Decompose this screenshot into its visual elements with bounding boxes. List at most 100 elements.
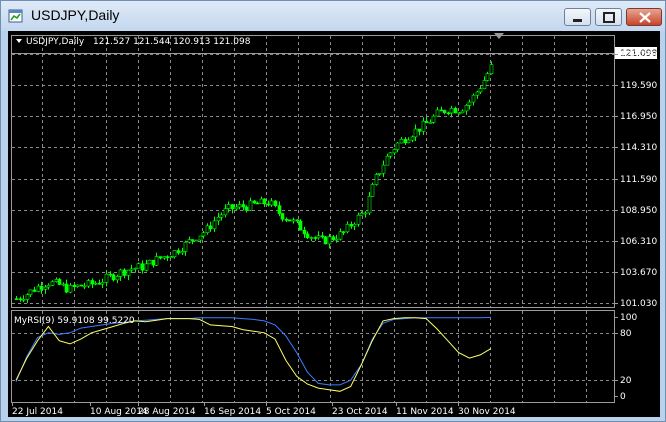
candle-body xyxy=(223,208,228,216)
candle-body xyxy=(313,237,318,239)
candle-body xyxy=(316,235,321,239)
candle-body xyxy=(385,155,390,166)
main-chart-frame xyxy=(11,35,615,308)
candle-body xyxy=(234,206,239,210)
candle-body xyxy=(18,298,23,301)
close-icon xyxy=(639,12,651,23)
indicator-tick-label: 80 xyxy=(620,329,632,339)
candle-body xyxy=(471,94,476,103)
candle-body xyxy=(25,294,30,300)
candle-body xyxy=(280,213,285,220)
candle-body xyxy=(287,219,292,222)
close-button[interactable] xyxy=(626,8,662,26)
price-tick-label: 101.030 xyxy=(620,299,657,309)
candle-body xyxy=(158,256,163,259)
maximize-icon xyxy=(603,12,615,23)
candle-body xyxy=(453,108,458,114)
candle-body xyxy=(237,204,242,208)
candle-body xyxy=(36,285,41,292)
chart-symbol-label: USDJPY,Daily xyxy=(26,37,85,47)
candle-body xyxy=(75,284,80,287)
candle-body xyxy=(284,219,289,221)
candle-body xyxy=(252,200,257,204)
price-tick-label: 106.310 xyxy=(620,237,657,247)
candle-body xyxy=(118,269,123,277)
signal-line xyxy=(15,316,492,386)
indicator-tick-label: 20 xyxy=(620,376,632,386)
candle-body xyxy=(154,256,159,266)
date-tick-label: 16 Sep 2014 xyxy=(204,407,261,417)
candle-body xyxy=(241,204,246,208)
price-tick-label: 103.670 xyxy=(620,268,657,278)
date-tick-label: 5 Oct 2014 xyxy=(266,407,316,417)
chart-svg[interactable]: USDJPY,Daily 121.527 121.544 120.913 121… xyxy=(8,31,660,417)
maximize-button[interactable] xyxy=(595,8,622,26)
indicator-axis: 100 80 20 0 xyxy=(614,313,637,402)
candle-body xyxy=(269,200,274,206)
indicator-tick-label: 100 xyxy=(620,313,637,323)
candle-body xyxy=(277,205,282,214)
price-tick-label: 108.950 xyxy=(620,206,657,216)
price-tick-label: 111.590 xyxy=(620,175,657,185)
window-title: USDJPY,Daily xyxy=(31,7,120,23)
candle-body xyxy=(108,273,113,276)
candle-body xyxy=(126,269,131,276)
candle-body xyxy=(104,273,109,283)
ohlc-readout: 121.527 121.544 120.913 121.098 xyxy=(93,37,251,47)
minimize-button[interactable] xyxy=(564,8,591,26)
candlestick-series xyxy=(14,61,494,304)
candle-body xyxy=(57,279,62,285)
candle-body xyxy=(201,232,206,237)
candle-body xyxy=(64,283,69,293)
chart-area[interactable]: USDJPY,Daily 121.527 121.544 120.913 121… xyxy=(8,31,660,417)
main-grid xyxy=(12,36,614,307)
candle-body xyxy=(327,236,332,245)
candle-body xyxy=(183,241,188,252)
candle-body xyxy=(428,122,433,124)
candle-body xyxy=(406,139,411,144)
candle-body xyxy=(421,120,426,132)
candle-body xyxy=(46,284,51,288)
candle-body xyxy=(32,289,37,292)
date-tick-label: 11 Nov 2014 xyxy=(396,407,454,417)
candle-body xyxy=(54,279,59,282)
candle-body xyxy=(323,236,328,245)
candle-body xyxy=(395,142,400,150)
indicator-tick-label: 0 xyxy=(620,392,626,402)
candle-body xyxy=(165,256,170,258)
candle-body xyxy=(194,239,199,242)
candle-body xyxy=(320,235,325,238)
candle-body xyxy=(172,250,177,257)
candle-body xyxy=(43,286,48,290)
candle-body xyxy=(169,256,174,258)
candle-body xyxy=(410,136,415,141)
price-tick-label: 114.310 xyxy=(620,143,657,153)
candle-body xyxy=(68,284,73,293)
candle-body xyxy=(61,283,66,286)
candle-body xyxy=(205,225,210,234)
candle-body xyxy=(291,219,296,222)
candle-body xyxy=(295,219,300,222)
candle-body xyxy=(464,105,469,112)
candle-body xyxy=(140,263,145,271)
candle-body xyxy=(50,281,55,286)
candle-body xyxy=(417,128,422,132)
chart-window[interactable]: USDJPY,Daily USDJPY,Daily 121.527 121.54… xyxy=(0,0,666,422)
chart-menu-arrow-icon[interactable] xyxy=(16,39,22,43)
chart-window-icon xyxy=(8,8,24,24)
date-axis: 22 Jul 2014 10 Aug 201428 Aug 2014 16 Sep … xyxy=(12,402,516,417)
candle-body xyxy=(413,128,418,138)
candle-body xyxy=(28,289,33,295)
price-axis: 122.230 119.590 116.950 114.310 111.590 108.9… xyxy=(614,50,657,309)
candle-body xyxy=(298,220,303,231)
candle-body xyxy=(341,231,346,233)
candle-body xyxy=(39,285,44,290)
candle-body xyxy=(442,110,447,114)
date-tick-label: 28 Aug 2014 xyxy=(138,407,196,417)
candle-body xyxy=(381,164,386,174)
candle-body xyxy=(97,282,102,285)
title-bar[interactable]: USDJPY,Daily xyxy=(1,1,665,31)
candle-body xyxy=(266,203,271,206)
candle-body xyxy=(345,223,350,233)
candle-body xyxy=(144,263,149,271)
